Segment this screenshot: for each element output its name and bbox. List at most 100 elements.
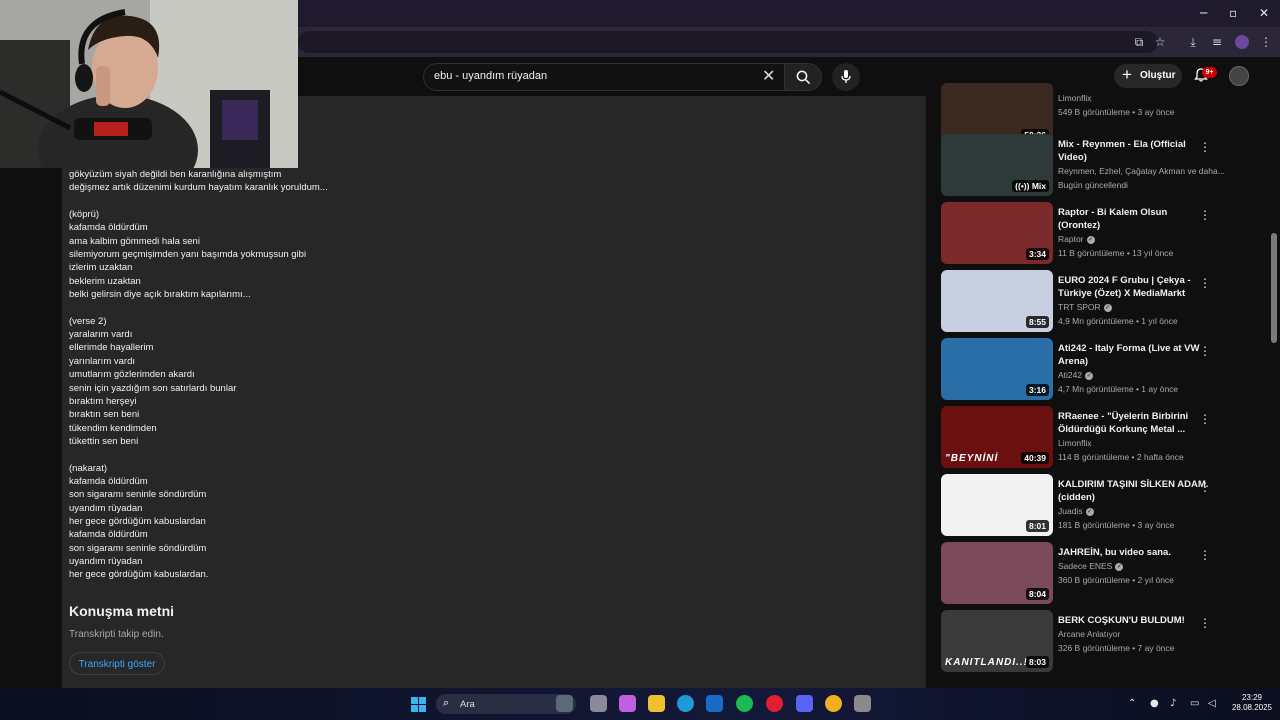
lyric-line: [69, 448, 569, 461]
related-video-item[interactable]: 3:16 Ati242 - Italy Forma (Live at VW Are…: [941, 338, 1271, 400]
video-thumbnail[interactable]: KANITLANDI..! 8:03: [941, 610, 1053, 672]
related-video-item[interactable]: 8:55 EURO 2024 F Grubu | Çekya - Türkiye …: [941, 270, 1271, 332]
related-video-item[interactable]: ((•)) Mix Mix - Reynmen - Ela (Official V…: [941, 134, 1271, 196]
video-menu-icon[interactable]: ⋮: [1199, 276, 1211, 290]
lyric-line: son sigaramı seninle söndürdüm: [69, 542, 207, 554]
video-channel[interactable]: Reynmen, Ezhel, Çağatay Akman ve daha...: [1058, 166, 1225, 176]
scrollbar-track[interactable]: [1270, 96, 1278, 688]
video-menu-icon[interactable]: ⋮: [1199, 548, 1211, 562]
clock-date: 28.08.2025: [1231, 703, 1273, 712]
video-menu-icon[interactable]: ⋮: [1199, 208, 1211, 222]
video-thumbnail[interactable]: 3:34: [941, 202, 1053, 264]
maximize-button[interactable]: ▫: [1229, 6, 1237, 20]
video-channel[interactable]: Raptor ✓: [1058, 234, 1095, 244]
video-channel[interactable]: Sadece ENES ✓: [1058, 561, 1124, 571]
taskbar-chrome-icon[interactable]: [825, 695, 842, 712]
taskbar-opera-icon[interactable]: [766, 695, 783, 712]
taskbar-file-explorer-icon[interactable]: [648, 695, 665, 712]
video-title[interactable]: EURO 2024 F Grubu | Çekya - Türkiye (Öze…: [1058, 274, 1210, 300]
verified-badge-icon: ✓: [1085, 507, 1094, 516]
tray-chevron-icon[interactable]: ⌃: [1128, 698, 1136, 709]
minimize-button[interactable]: ─: [1200, 6, 1207, 20]
video-channel[interactable]: Limonflix: [1058, 93, 1092, 103]
browser-profile-avatar[interactable]: [1235, 35, 1249, 49]
media-control-icon[interactable]: ≡: [1210, 35, 1224, 49]
lyric-line: kafamda öldürdüm: [69, 222, 148, 234]
video-menu-icon[interactable]: ⋮: [1199, 412, 1211, 426]
video-menu-icon[interactable]: ⋮: [1199, 344, 1211, 358]
tray-app-icon[interactable]: ●: [1150, 698, 1159, 709]
video-channel[interactable]: Juadis ✓: [1058, 506, 1094, 516]
webcam-overlay: [0, 0, 298, 168]
related-video-item[interactable]: "BEYNİNİ 40:39 RRaenee - "Üyelerin Birbiri…: [941, 406, 1271, 468]
install-app-icon[interactable]: ⧉: [1132, 35, 1146, 49]
video-thumbnail[interactable]: ((•)) Mix: [941, 134, 1053, 196]
lyric-line: gökyüzüm siyah değildi ben karanlığına a…: [69, 169, 282, 180]
lyric-line: kafamda öldürdüm: [69, 475, 148, 487]
taskbar-outlook-icon[interactable]: [706, 695, 723, 712]
video-thumbnail[interactable]: 8:55: [941, 270, 1053, 332]
taskbar-spotify-icon[interactable]: [736, 695, 753, 712]
tray-volume-icon[interactable]: ◁: [1208, 698, 1216, 709]
lyric-line: yaralarım vardı: [69, 329, 133, 341]
channel-name: Limonflix: [1058, 438, 1092, 448]
taskbar-discord-icon[interactable]: [796, 695, 813, 712]
video-thumbnail[interactable]: 3:16: [941, 338, 1053, 400]
video-meta: 11 B görüntüleme • 13 yıl önce: [1058, 248, 1174, 258]
video-channel[interactable]: Arcane Anlatıyor: [1058, 629, 1120, 639]
verified-badge-icon: ✓: [1086, 235, 1095, 244]
video-channel[interactable]: Ati242 ✓: [1058, 370, 1094, 380]
video-title[interactable]: Mix - Reynmen - Ela (Official Video): [1058, 138, 1210, 164]
taskbar-settings-icon[interactable]: [854, 695, 871, 712]
lyric-line: değişmez artık düzenimi kurdum hayatım k…: [69, 182, 328, 194]
clear-search-icon[interactable]: ✕: [762, 66, 775, 85]
lyric-line: (verse 2): [69, 315, 107, 327]
video-title[interactable]: Raptor - Bi Kalem Olsun (Orontez): [1058, 206, 1210, 232]
related-video-item[interactable]: 8:01 KALDIRIM TAŞINI SİLKEN ADAM. (cidden…: [941, 474, 1271, 536]
video-channel[interactable]: Limonflix: [1058, 438, 1092, 448]
voice-search-button[interactable]: [832, 63, 860, 91]
show-transcript-button[interactable]: Transkripti göster: [69, 652, 165, 675]
related-video-item[interactable]: KANITLANDI..! 8:03 BERK COŞKUN'U BULDUM! Ar…: [941, 610, 1271, 672]
video-title[interactable]: Ati242 - Italy Forma (Live at VW Arena): [1058, 342, 1210, 368]
lyric-line: umutlarım gözlerimden akardı: [69, 369, 195, 381]
video-meta: Bugün güncellendi: [1058, 180, 1128, 190]
related-video-item[interactable]: 8:04 JAHREİN, bu video sana. Sadece ENES ✓ 3…: [941, 542, 1271, 604]
close-window-button[interactable]: ✕: [1259, 6, 1269, 20]
taskbar-edge-icon[interactable]: [677, 695, 694, 712]
video-meta: 360 B görüntüleme • 2 yıl önce: [1058, 575, 1174, 585]
tray-network-icon[interactable]: ▭: [1190, 698, 1199, 709]
video-title[interactable]: BERK COŞKUN'U BULDUM!: [1058, 614, 1210, 627]
video-menu-icon[interactable]: ⋮: [1199, 140, 1211, 154]
taskbar-search-box[interactable]: [436, 694, 576, 714]
bookmark-star-icon[interactable]: ☆: [1153, 35, 1167, 49]
video-thumbnail[interactable]: 8:01: [941, 474, 1053, 536]
taskbar-clock[interactable]: 23:29 28.08.2025: [1228, 693, 1276, 713]
lyric-line: tükendim kendimden: [69, 422, 157, 434]
browser-menu-icon[interactable]: ⋮: [1259, 35, 1273, 49]
thumbnail-caption: "BEYNİNİ: [945, 453, 999, 464]
video-title[interactable]: RRaenee - "Üyelerin Birbirini Öldürdüğü …: [1058, 410, 1210, 436]
search-query[interactable]: ebu - uyandım rüyadan: [434, 70, 547, 82]
video-thumbnail[interactable]: 8:04: [941, 542, 1053, 604]
tray-microphone-icon[interactable]: ♪: [1170, 698, 1176, 709]
video-thumbnail[interactable]: "BEYNİNİ 40:39: [941, 406, 1053, 468]
scrollbar-thumb[interactable]: [1271, 233, 1277, 343]
lyric-line: silemiyorum geçmişimden yanı başımda yok…: [69, 249, 307, 261]
lyric-line: (nakarat): [69, 462, 108, 474]
windows-start-icon[interactable]: [411, 697, 426, 712]
show-transcript-label: Transkripti göster: [78, 659, 156, 670]
taskbar-copilot-icon[interactable]: [619, 695, 636, 712]
download-icon[interactable]: ⤓: [1186, 35, 1200, 49]
video-menu-icon[interactable]: ⋮: [1199, 480, 1211, 494]
search-button[interactable]: [784, 63, 822, 91]
taskbar-task-view-icon[interactable]: [590, 695, 607, 712]
video-title[interactable]: KALDIRIM TAŞINI SİLKEN ADAM. (cidden): [1058, 478, 1210, 504]
video-channel[interactable]: TRT SPOR ✓: [1058, 302, 1112, 312]
video-menu-icon[interactable]: ⋮: [1199, 616, 1211, 630]
video-title[interactable]: JAHREİN, bu video sana.: [1058, 546, 1210, 559]
taskbar-widget-icon[interactable]: [556, 695, 573, 712]
related-video-item[interactable]: 3:34 Raptor - Bi Kalem Olsun (Orontez) Rap…: [941, 202, 1271, 264]
address-bar[interactable]: [298, 31, 1158, 53]
channel-name: Raptor: [1058, 234, 1084, 244]
